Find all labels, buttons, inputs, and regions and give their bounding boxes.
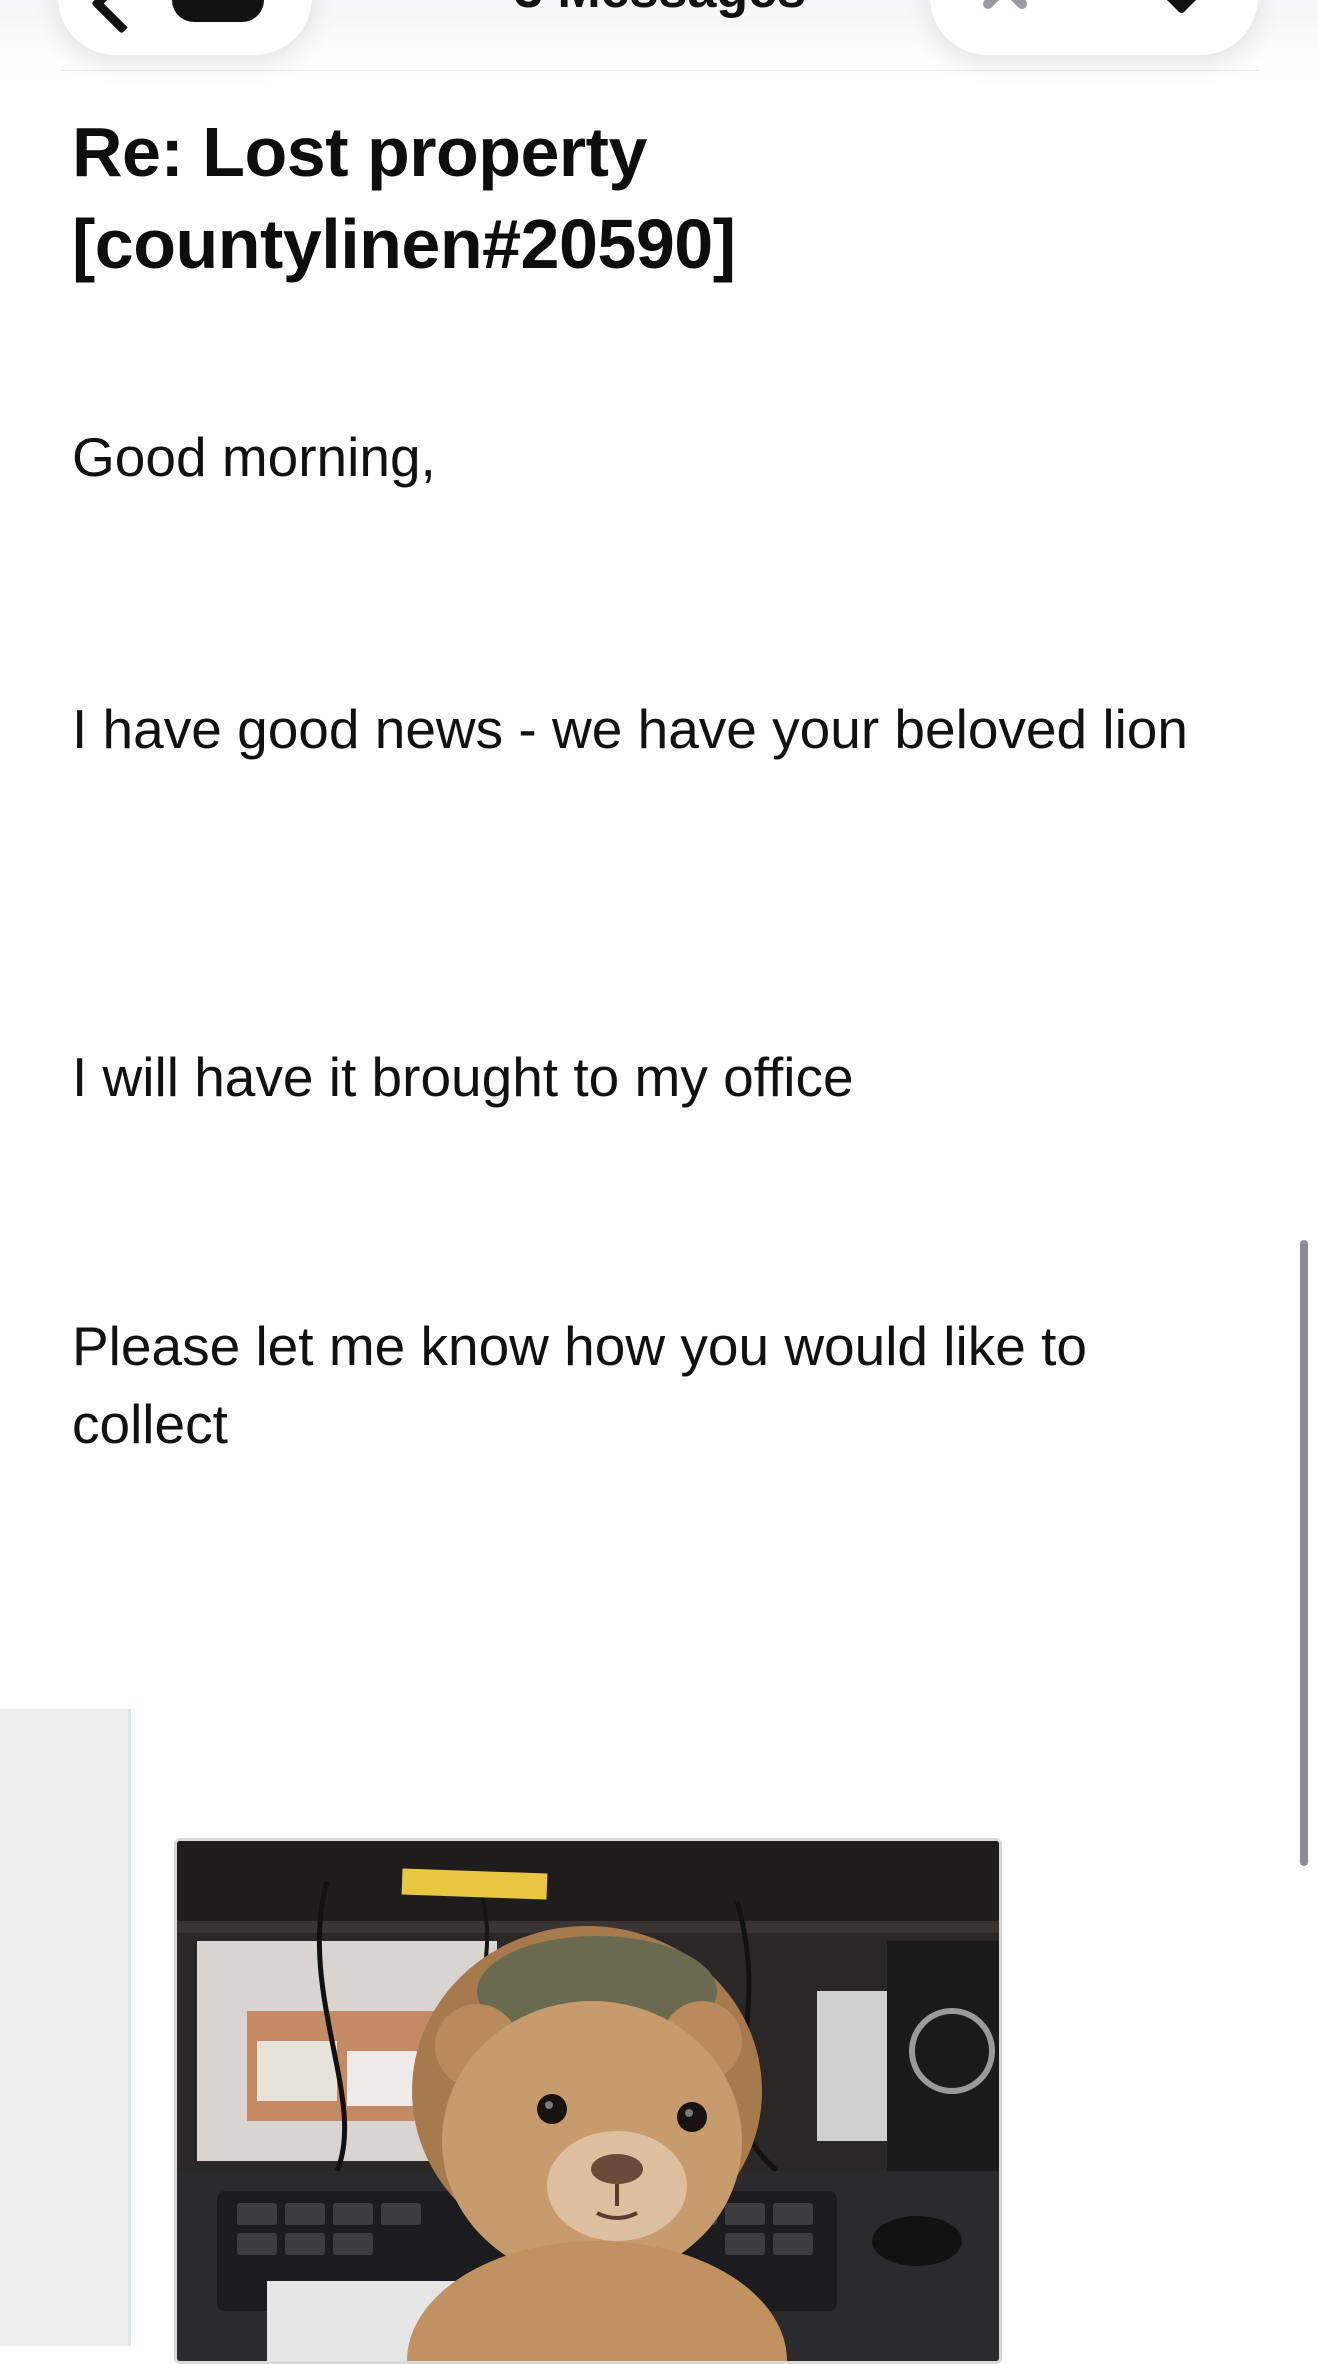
quoted-content-panel — [0, 1709, 131, 2346]
message-paragraph: Please let me know how you would like to… — [72, 1315, 1087, 1455]
navigation-title: 3 Messages — [380, 0, 940, 20]
close-icon[interactable] — [972, 0, 1042, 12]
message-subject: Re: Lost property [countylinen#20590] — [72, 113, 736, 283]
attached-photo[interactable] — [174, 1838, 1002, 2364]
message-paragraph: I will have it brought to my office — [72, 1046, 854, 1108]
scroll-indicator[interactable] — [1300, 1240, 1308, 1866]
navigation-divider — [60, 70, 1260, 71]
lion-toy-photo-illustration — [177, 1841, 999, 2361]
message-paragraph: Good morning, — [72, 426, 436, 488]
unread-count-badge[interactable]: 33 — [172, 0, 264, 22]
message-paragraph: I have good news - we have your beloved … — [72, 698, 1188, 760]
